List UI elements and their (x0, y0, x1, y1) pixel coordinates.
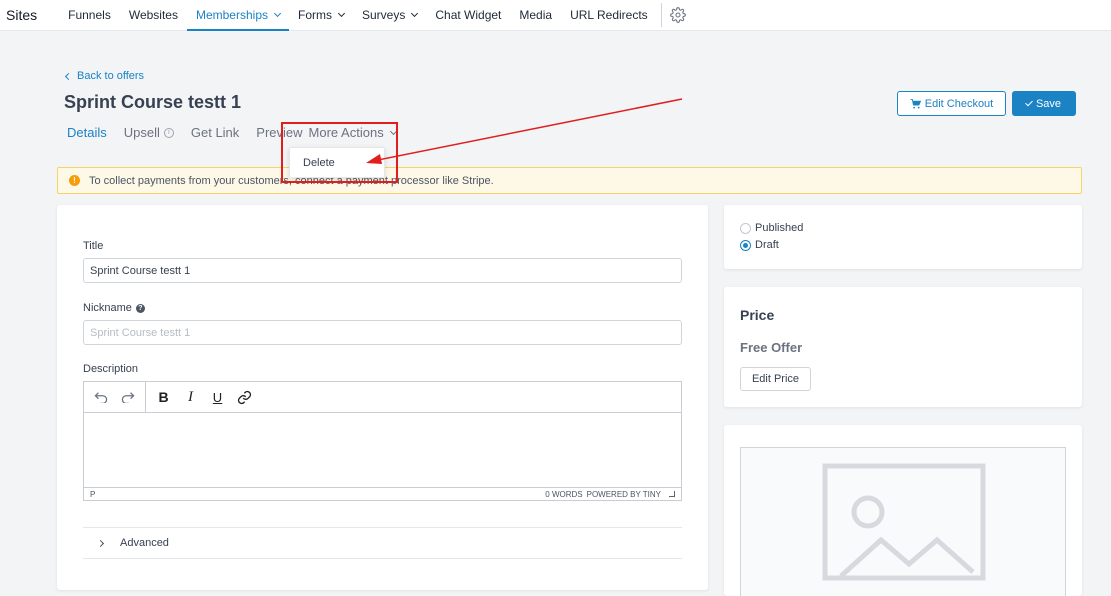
advanced-label: Advanced (120, 537, 169, 549)
status-card: Published Draft (724, 205, 1082, 269)
description-label: Description (83, 363, 139, 375)
nickname-label: Nickname ? (83, 302, 145, 314)
nickname-input[interactable] (83, 320, 682, 345)
radio-draft[interactable]: Draft (740, 239, 779, 251)
tab-preview[interactable]: Preview (256, 125, 302, 140)
nav-item-surveys[interactable]: Surveys (353, 0, 426, 31)
price-value: Free Offer (740, 340, 803, 355)
nav-item-url-redirects[interactable]: URL Redirects (561, 0, 657, 31)
tab-details[interactable]: Details (67, 125, 107, 140)
chevron-down-icon (411, 9, 419, 18)
info-icon: i (163, 127, 174, 138)
radio-button[interactable] (740, 239, 751, 251)
cart-icon (910, 98, 921, 109)
check-icon (1025, 98, 1033, 107)
redo-icon[interactable] (115, 385, 142, 409)
more-actions-dropdown[interactable]: More Actions (308, 125, 397, 140)
offer-details-card: Title Nickname ? Description B I U (57, 205, 708, 590)
price-card: Price Free Offer Edit Price (724, 287, 1082, 407)
edit-checkout-label: Edit Checkout (924, 97, 994, 110)
nav-label: Memberships (195, 8, 268, 22)
nav-label: Websites (128, 8, 178, 22)
more-actions-label: More Actions (308, 125, 384, 140)
description-editor: B I U P 0 WORDS POWERED BY TINY (83, 381, 682, 501)
tab-upsell-label: Upsell (123, 125, 160, 140)
draft-label: Draft (755, 239, 779, 251)
image-placeholder-icon (822, 463, 986, 581)
save-button[interactable]: Save (1012, 91, 1076, 116)
tab-upsell[interactable]: Upsell i (124, 125, 174, 140)
edit-checkout-button[interactable]: Edit Checkout (897, 91, 1006, 116)
nav-label: Forms (298, 8, 332, 22)
nav-label: Funnels (68, 8, 111, 22)
payment-alert: ! To collect payments from your customer… (57, 167, 1082, 194)
top-nav: Sites Funnels Websites Memberships Forms… (0, 0, 1111, 31)
radio-published[interactable]: Published (740, 222, 803, 234)
title-label: Title (83, 240, 104, 252)
nav-label: Media (519, 8, 553, 22)
radio-button[interactable] (740, 222, 751, 234)
powered-by: POWERED BY TINY (586, 489, 661, 499)
nav-label: URL Redirects (570, 8, 648, 22)
chevron-right-icon (96, 539, 105, 547)
advanced-section-toggle[interactable]: Advanced (83, 527, 682, 559)
bold-icon[interactable]: B (150, 385, 177, 409)
chevron-down-icon (273, 9, 282, 18)
warning-icon: ! (69, 175, 80, 186)
link-icon[interactable] (231, 385, 258, 409)
image-card (724, 425, 1082, 596)
nav-item-memberships[interactable]: Memberships (186, 0, 290, 31)
price-heading: Price (740, 307, 775, 323)
word-count: 0 WORDS (545, 489, 583, 499)
underline-icon[interactable]: U (204, 385, 231, 409)
nav-item-funnels[interactable]: Funnels (59, 0, 120, 31)
resize-handle-icon[interactable] (669, 491, 675, 497)
image-upload-area[interactable] (740, 447, 1066, 596)
brand-title: Sites (6, 7, 38, 23)
more-actions-menu: Delete (289, 147, 385, 178)
gear-icon[interactable] (669, 7, 686, 23)
editor-toolbar: B I U (84, 381, 681, 413)
menu-item-delete[interactable]: Delete (290, 148, 384, 169)
help-icon[interactable]: ? (135, 303, 145, 313)
editor-statusbar: P 0 WORDS POWERED BY TINY (84, 487, 681, 500)
offer-tabs: Details Upsell i Get Link Preview More Ac… (67, 125, 397, 140)
back-label: Back to offers (77, 70, 145, 82)
chevron-down-icon (337, 9, 346, 18)
italic-icon[interactable]: I (177, 385, 204, 409)
published-label: Published (755, 222, 804, 234)
nav-item-websites[interactable]: Websites (120, 0, 187, 31)
title-input[interactable] (83, 258, 682, 283)
nav-item-chat-widget[interactable]: Chat Widget (426, 0, 510, 31)
editor-path: P (90, 489, 96, 499)
undo-icon[interactable] (88, 385, 115, 409)
nav-label: Surveys (362, 8, 406, 22)
edit-price-button[interactable]: Edit Price (740, 367, 811, 391)
chevron-left-icon (64, 72, 73, 80)
tab-get-link[interactable]: Get Link (191, 125, 239, 140)
back-to-offers-link[interactable]: Back to offers (64, 70, 145, 82)
page-title: Sprint Course testt 1 (64, 92, 242, 112)
nickname-label-text: Nickname (83, 302, 132, 314)
save-label: Save (1035, 97, 1062, 110)
nav-label: Chat Widget (435, 8, 502, 22)
chevron-down-icon (389, 127, 397, 135)
nav-item-forms[interactable]: Forms (289, 0, 353, 31)
editor-content-area[interactable] (84, 413, 681, 487)
nav-item-media[interactable]: Media (510, 0, 561, 31)
nav-divider (660, 3, 662, 27)
